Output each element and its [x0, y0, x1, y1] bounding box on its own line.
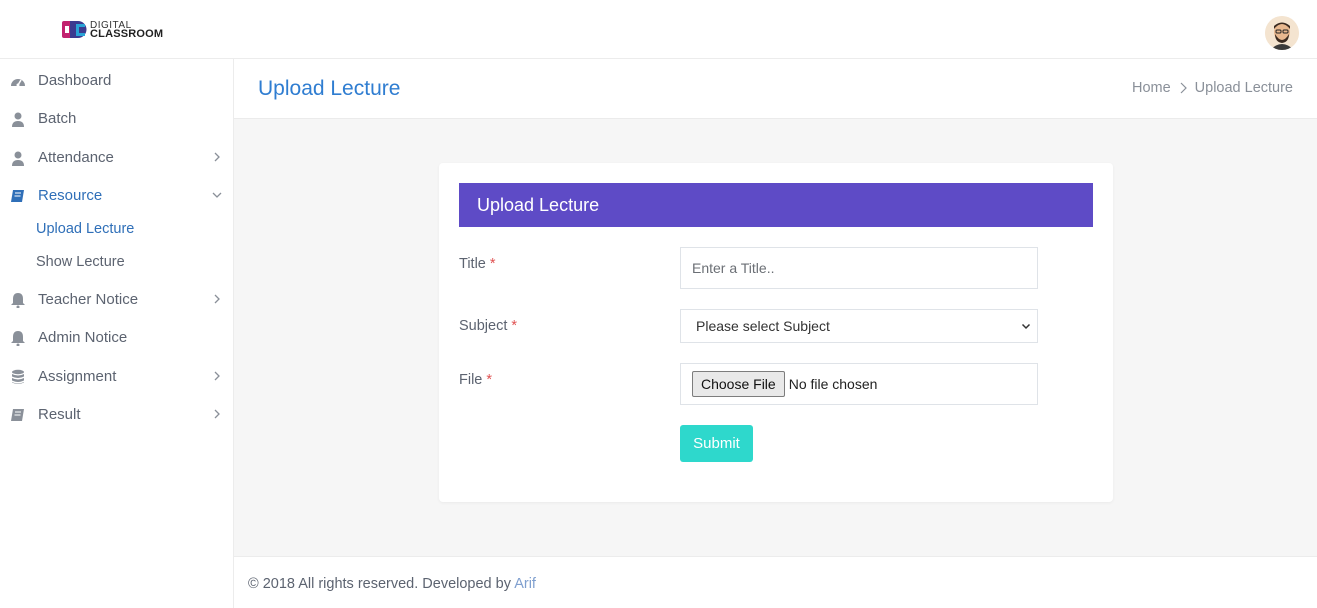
author-link[interactable]: Arif [514, 576, 536, 592]
avatar[interactable] [1265, 16, 1299, 50]
bell-icon [11, 331, 25, 346]
logo-icon [62, 21, 87, 38]
chevron-right-icon [214, 371, 220, 381]
sidebar-item-label: Resource [38, 187, 103, 204]
chevron-right-icon [214, 294, 220, 304]
page-title: Upload Lecture [258, 77, 401, 100]
chevron-right-icon [214, 152, 220, 162]
chevron-right-icon [214, 409, 220, 419]
sidebar-subitem-show-lecture[interactable]: Show Lecture [36, 254, 125, 270]
subject-selected-value: Please select Subject [696, 318, 830, 334]
card-title: Upload Lecture [459, 183, 1093, 227]
book-icon [11, 409, 24, 421]
brand-logo[interactable]: DIGITAL CLASSROOM [62, 19, 163, 41]
sidebar-item-label: Batch [38, 110, 77, 127]
file-label-text: File [459, 372, 483, 388]
sidebar-item-dashboard[interactable]: Dashboard [0, 63, 234, 99]
sidebar-item-label: Teacher Notice [38, 291, 139, 308]
user-icon [12, 151, 24, 166]
subject-select[interactable]: Please select Subject [680, 309, 1038, 343]
sidebar-item-admin-notice[interactable]: Admin Notice [0, 320, 234, 356]
breadcrumb-current: Upload Lecture [1194, 80, 1293, 96]
copyright-text: © 2018 All rights reserved. Developed by [248, 576, 515, 592]
database-icon [12, 369, 24, 384]
breadcrumb: Home Upload Lecture [1132, 80, 1293, 96]
bell-icon [11, 293, 25, 308]
file-label: File * [459, 372, 492, 388]
sidebar-item-assignment[interactable]: Assignment [0, 359, 234, 395]
footer: © 2018 All rights reserved. Developed by… [234, 556, 1317, 608]
avatar-icon [1265, 16, 1299, 50]
page-header: Upload Lecture Home Upload Lecture [234, 59, 1317, 119]
required-mark: * [486, 372, 493, 388]
subject-label: Subject * [459, 318, 517, 334]
file-status: No file chosen [788, 376, 878, 392]
book-icon [11, 190, 24, 202]
chevron-down-icon [212, 192, 222, 198]
sidebar-item-label: Result [38, 406, 81, 423]
sidebar-item-batch[interactable]: Batch [0, 101, 234, 137]
brand-line2: CLASSROOM [90, 28, 164, 40]
sidebar-item-result[interactable]: Result [0, 397, 234, 433]
sidebar-subitem-upload-lecture[interactable]: Upload Lecture [36, 221, 134, 237]
title-label: Title * [459, 256, 496, 272]
file-input: Choose File No file chosen [680, 363, 1038, 405]
subject-label-text: Subject [459, 318, 508, 334]
sidebar-item-label: Assignment [38, 368, 117, 385]
top-header: DIGITAL CLASSROOM [0, 0, 1317, 59]
title-input[interactable] [680, 247, 1038, 289]
sidebar-item-teacher-notice[interactable]: Teacher Notice [0, 282, 234, 318]
breadcrumb-home[interactable]: Home [1132, 80, 1171, 96]
chevron-right-icon [1180, 82, 1187, 94]
required-mark: * [489, 256, 496, 272]
user-icon [12, 112, 24, 127]
sidebar-item-resource[interactable]: Resource [0, 178, 234, 214]
choose-file-button[interactable]: Choose File [692, 371, 785, 397]
sidebar-item-label: Attendance [38, 149, 114, 166]
submit-button[interactable]: Submit [680, 425, 753, 462]
sidebar: Dashboard Batch Attendance Resource Uplo… [0, 59, 234, 608]
sidebar-item-attendance[interactable]: Attendance [0, 140, 234, 176]
chevron-down-icon [1021, 323, 1031, 330]
upload-lecture-card: Upload Lecture Title * Subject * Please … [439, 163, 1113, 502]
sidebar-item-label: Admin Notice [38, 329, 128, 346]
dashboard-icon [11, 79, 25, 87]
sidebar-item-label: Dashboard [38, 72, 112, 89]
required-mark: * [511, 318, 518, 334]
title-label-text: Title [459, 256, 486, 272]
footer-text: © 2018 All rights reserved. Developed by… [248, 576, 536, 592]
